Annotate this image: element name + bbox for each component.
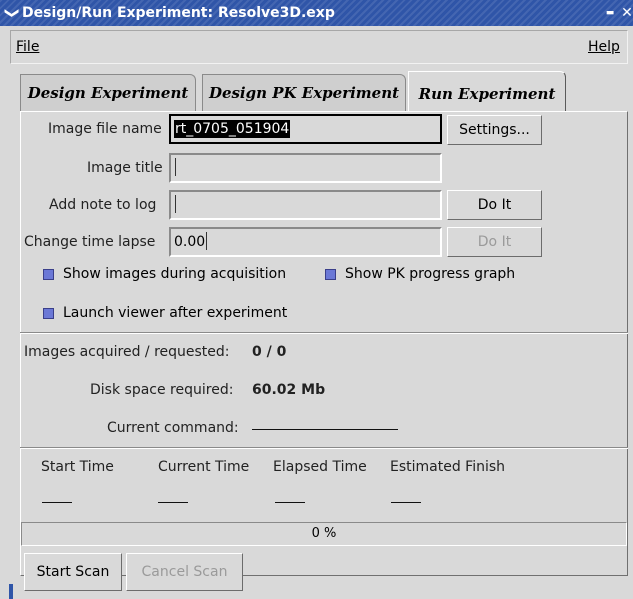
start-time-label: Start Time [41, 459, 114, 475]
image-file-name-label: Image file name [48, 121, 162, 137]
text-caret [175, 158, 176, 176]
elapsed-time-value [275, 502, 305, 503]
do-it-button[interactable]: Do It [447, 190, 542, 220]
image-title-label: Image title [87, 160, 163, 176]
add-note-input[interactable] [169, 190, 442, 220]
separator [20, 447, 628, 449]
current-time-label: Current Time [158, 459, 250, 475]
menu-bar: File Help [10, 30, 628, 64]
show-pk-checkbox[interactable]: Show PK progress graph [325, 266, 515, 282]
text-caret [206, 232, 208, 250]
disk-space-label: Disk space required: [90, 382, 234, 398]
show-pk-label: Show PK progress graph [345, 266, 516, 282]
window-menu-icon[interactable]: ❯ [2, 3, 22, 23]
add-note-label: Add note to log [49, 197, 157, 213]
image-file-name-value: rt_0705_051904 [174, 120, 291, 138]
checkbox-checked-icon [43, 268, 54, 280]
current-time-value [158, 502, 188, 503]
tab-design-pk-experiment[interactable]: Design PK Experiment [202, 74, 406, 111]
show-images-checkbox[interactable]: Show images during acquisition [43, 266, 286, 282]
app-window: ❯ Design/Run Experiment: Resolve3D.exp ▬… [0, 0, 633, 599]
launch-viewer-checkbox[interactable]: Launch viewer after experiment [43, 305, 287, 321]
progress-label: 0 % [311, 526, 337, 541]
progress-bar: 0 % [21, 522, 627, 546]
menu-help-label: Help [588, 39, 620, 55]
images-acquired-value: 0 / 0 [252, 344, 287, 360]
current-command-label: Current command: [107, 420, 239, 436]
current-command-value [252, 429, 398, 430]
estimated-finish-label: Estimated Finish [390, 459, 506, 475]
checkbox-checked-icon [325, 268, 336, 280]
images-acquired-label: Images acquired / requested: [24, 344, 230, 360]
change-time-lapse-value: 0.00 [174, 234, 206, 250]
minimize-icon[interactable]: ▬ [602, 5, 618, 21]
disk-space-value: 60.02 Mb [252, 382, 326, 398]
settings-button[interactable]: Settings... [447, 115, 542, 145]
menu-file-label: File [16, 39, 40, 55]
close-icon[interactable]: ✕ [619, 5, 633, 21]
image-title-input[interactable] [169, 153, 442, 183]
checkbox-checked-icon [43, 307, 54, 319]
tab-bar: Design Experiment Design PK Experiment R… [20, 71, 628, 112]
cancel-scan-button[interactable]: Cancel Scan [126, 553, 243, 591]
launch-viewer-label: Launch viewer after experiment [63, 305, 288, 321]
window-edge [9, 584, 13, 599]
window-title: Design/Run Experiment: Resolve3D.exp [22, 5, 335, 21]
change-time-lapse-input[interactable]: 0.00 [169, 227, 442, 257]
elapsed-time-label: Elapsed Time [273, 459, 367, 475]
menu-file[interactable]: File [16, 39, 39, 55]
change-time-lapse-label: Change time lapse [24, 234, 156, 250]
do-it-time-lapse-button[interactable]: Do It [447, 227, 542, 257]
separator [20, 332, 628, 334]
text-caret [175, 195, 176, 213]
show-images-label: Show images during acquisition [63, 266, 287, 282]
tab-design-experiment[interactable]: Design Experiment [20, 74, 196, 111]
estimated-finish-value [391, 502, 421, 503]
start-time-value [42, 502, 72, 503]
title-bar[interactable]: ❯ Design/Run Experiment: Resolve3D.exp ▬… [0, 0, 633, 26]
start-scan-button[interactable]: Start Scan [24, 553, 122, 591]
menu-help[interactable]: Help [588, 39, 620, 55]
tab-run-experiment[interactable]: Run Experiment [408, 71, 566, 112]
image-file-name-input[interactable]: rt_0705_051904 [169, 114, 442, 144]
